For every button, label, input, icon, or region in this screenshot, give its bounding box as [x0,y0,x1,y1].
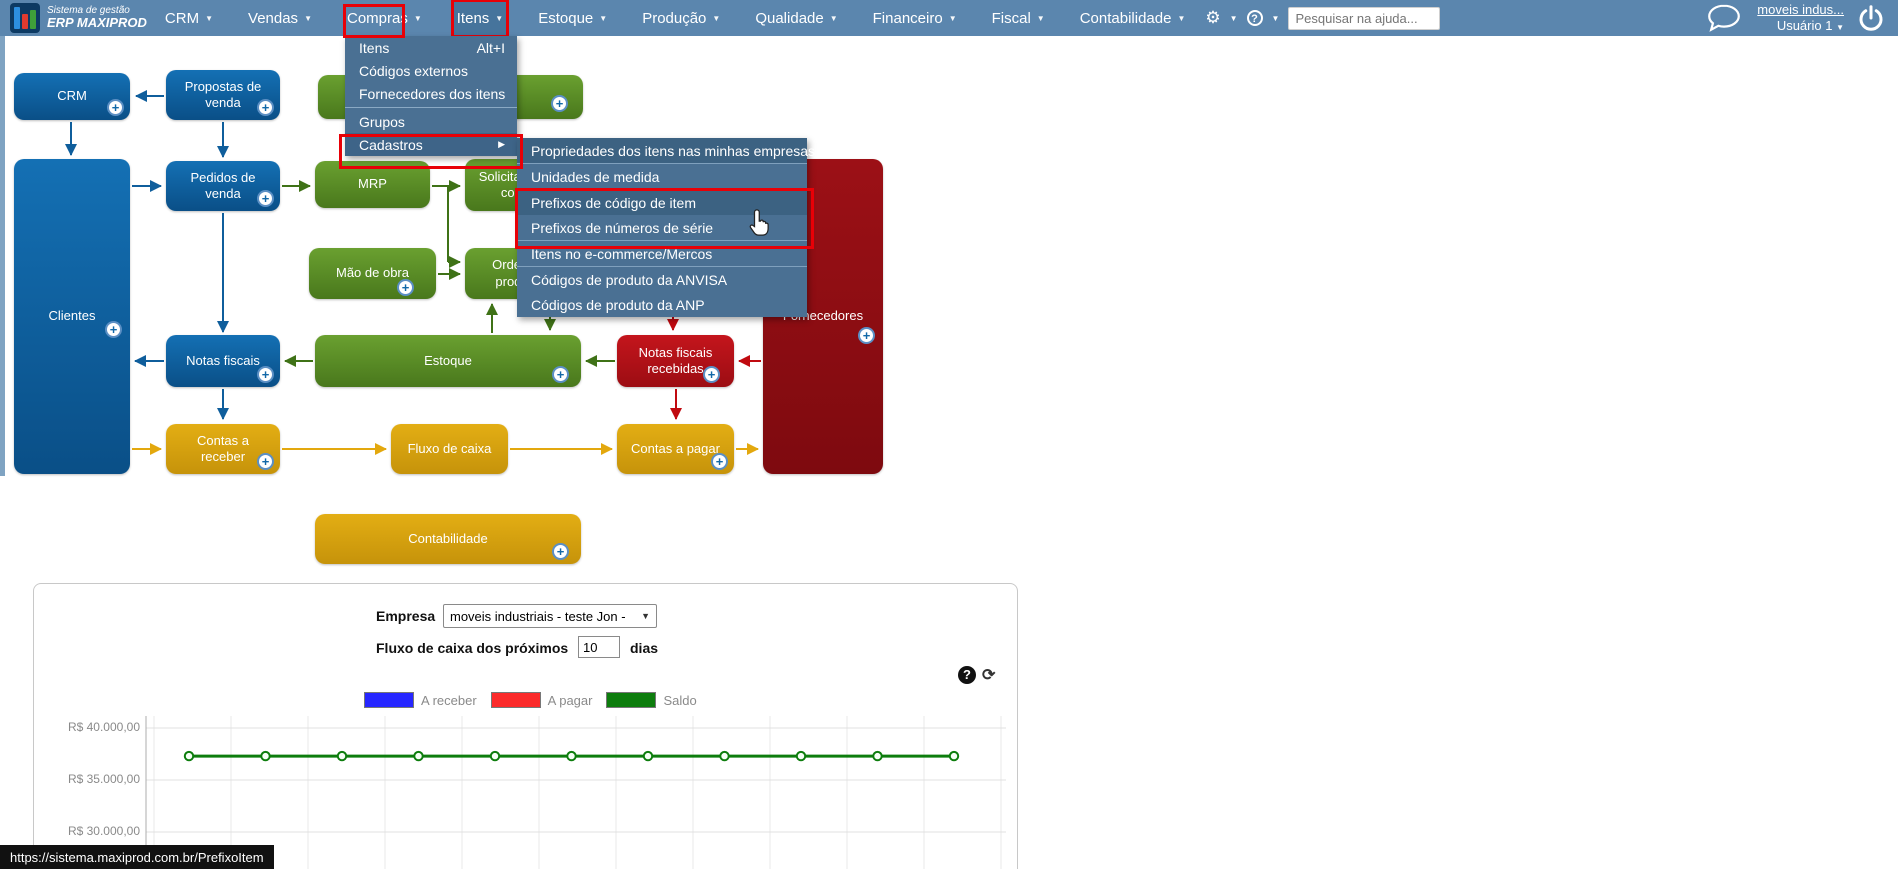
nav-item-contabilidade[interactable]: Contabilidade ▼ [1076,1,1190,36]
submenu-item-unidades-de-medida[interactable]: Unidades de medida [517,164,807,189]
add-icon[interactable]: + [552,543,569,560]
nav-item-vendas[interactable]: Vendas ▼ [244,1,316,36]
nav-item-crm[interactable]: CRM ▼ [161,1,217,36]
module-box-notas-fiscais[interactable]: Notas fiscais + [166,335,280,387]
submenu-item-propriedades[interactable]: Propriedades dos itens nas minhas empres… [517,138,815,163]
user-menu[interactable]: Usuário 1 ▼ [1757,18,1844,34]
add-icon[interactable]: + [257,366,274,383]
chevron-down-icon: ▼ [205,13,214,23]
chevron-down-icon: ▼ [413,13,422,23]
menu-separator [345,107,517,108]
menu-item-grupos[interactable]: Grupos [345,110,517,133]
company-link[interactable]: moveis indus... [1757,2,1844,18]
module-box-contabilidade[interactable]: Contabilidade + [315,514,581,564]
cash-flow-panel: Empresa moveis industriais - teste Jon -… [33,583,1018,869]
gear-icon[interactable]: ⚙ [1205,8,1220,28]
shortcut-label: Alt+I [476,39,505,56]
add-icon[interactable]: + [397,279,414,296]
nav-item-itens[interactable]: Itens ▼ [450,0,510,38]
add-icon[interactable]: + [552,366,569,383]
brand-text: Sistema de gestão ERP MAXIPROD [47,5,147,31]
account-info: moveis indus... Usuário 1 ▼ [1757,2,1844,35]
chevron-down-icon: ▼ [495,13,504,23]
chevron-down-icon[interactable]: ▼ [1230,14,1238,23]
logout-power-icon[interactable] [1856,3,1886,33]
chevron-down-icon: ▼ [712,13,721,23]
submenu-item-prefixos-numeros-serie[interactable]: Prefixos de números de série [517,215,807,240]
menu-item-codigos-externos[interactable]: Códigos externos [345,59,517,82]
submenu-item-codigos-anvisa[interactable]: Códigos de produto da ANVISA [517,267,807,292]
nav-right-cluster: moveis indus... Usuário 1 ▼ [1703,2,1886,35]
erp-maxiprod-page: Sistema de gestão ERP MAXIPROD CRM ▼ Vend… [0,0,1898,869]
nav-item-fiscal[interactable]: Fiscal ▼ [988,1,1049,36]
module-box-estoque[interactable]: Estoque + [315,335,581,387]
add-icon[interactable]: + [257,190,274,207]
add-icon[interactable]: + [105,321,122,338]
status-url-tooltip: https://sistema.maxiprod.com.br/PrefixoI… [0,845,274,869]
submenu-item-codigos-anp[interactable]: Códigos de produto da ANP [517,292,807,317]
chevron-down-icon: ▼ [599,13,608,23]
chevron-down-icon: ▼ [304,13,312,23]
add-icon[interactable]: + [257,453,274,470]
module-box-notas-fiscais-recebidas[interactable]: Notas fiscais recebidas + [617,335,734,387]
chevron-down-icon: ▼ [948,13,957,23]
module-box-fluxo-de-caixa[interactable]: Fluxo de caixa [391,424,508,474]
maxiprod-logo-icon[interactable] [10,3,40,33]
add-icon[interactable]: + [107,99,124,116]
nav-item-producao[interactable]: Produção ▼ [638,1,724,36]
main-menu: CRM ▼ Vendas ▼ Compras ▼ Itens ▼ Estoque ▼ Pr… [161,0,1190,38]
add-icon[interactable]: + [257,99,274,116]
menu-item-fornecedores-dos-itens[interactable]: Fornecedores dos itens [345,82,517,105]
brand-name: ERP MAXIPROD [47,15,147,31]
chevron-down-icon: ▼ [1036,13,1045,23]
cadastros-submenu: Propriedades dos itens nas minhas empres… [517,138,815,317]
search-input[interactable] [1288,6,1441,30]
submenu-arrow-icon: ▶ [498,139,505,149]
menu-item-itens[interactable]: Itens Alt+I [345,36,517,59]
menu-item-cadastros[interactable]: Cadastros ▶ [345,133,517,156]
module-box-contas-a-pagar[interactable]: Contas a pagar + [617,424,734,474]
nav-item-compras[interactable]: Compras ▼ [343,1,426,36]
module-box-clientes[interactable]: Clientes + [14,159,130,474]
chevron-down-icon[interactable]: ▼ [1272,14,1280,23]
module-box-contas-a-receber[interactable]: Contas a receber + [166,424,280,474]
chevron-down-icon: ▼ [1177,13,1186,23]
nav-tools: ⚙ ▼ ? ▼ [1205,6,1441,30]
chevron-down-icon: ▼ [829,13,838,23]
nav-item-qualidade[interactable]: Qualidade ▼ [751,1,841,36]
cash-flow-chart [145,716,1006,869]
module-box-mrp[interactable]: MRP [315,161,430,208]
help-icon[interactable]: ? [1246,10,1263,26]
add-icon[interactable]: + [703,366,720,383]
top-navbar: Sistema de gestão ERP MAXIPROD CRM ▼ Vend… [0,0,1898,38]
nav-item-financeiro[interactable]: Financeiro ▼ [869,1,961,36]
module-box-pedidos-de-venda[interactable]: Pedidos de venda + [166,161,280,211]
module-box-crm[interactable]: CRM + [14,73,130,120]
nav-item-estoque[interactable]: Estoque ▼ [534,1,611,36]
add-icon[interactable]: + [711,453,728,470]
itens-dropdown-menu: Itens Alt+I Códigos externos Fornecedore… [345,36,517,156]
submenu-item-itens-ecommerce[interactable]: Itens no e-commerce/Mercos [517,241,807,266]
add-icon[interactable]: + [551,95,568,112]
chevron-down-icon: ▼ [1836,23,1844,32]
chat-icon[interactable] [1703,2,1745,34]
module-box-propostas-de-venda[interactable]: Propostas de venda + [166,70,280,120]
submenu-item-prefixos-codigo-item[interactable]: Prefixos de código de item [517,190,807,215]
add-icon[interactable]: + [858,327,875,344]
module-box-mao-de-obra[interactable]: Mão de obra + [309,248,436,299]
